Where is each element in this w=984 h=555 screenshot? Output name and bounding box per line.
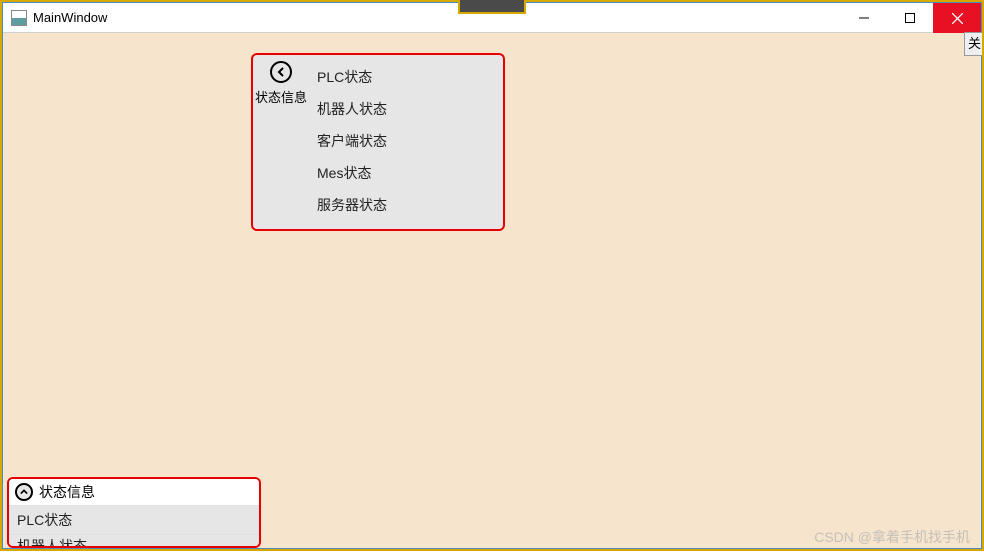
chevron-up-icon bbox=[20, 488, 28, 496]
status-panel-header: 状态信息 bbox=[255, 87, 307, 106]
status-panel-side: 状态信息 bbox=[253, 55, 309, 229]
status-item-list: PLC状态 机器人状态 bbox=[9, 505, 259, 546]
status-item[interactable]: PLC状态 bbox=[313, 61, 503, 93]
expand-button[interactable] bbox=[15, 483, 33, 501]
top-drag-handle bbox=[458, 0, 526, 14]
status-item[interactable]: 客户端状态 bbox=[313, 125, 503, 157]
status-item[interactable]: 机器人状态 bbox=[9, 534, 259, 546]
chevron-left-icon bbox=[276, 67, 286, 77]
collapse-button[interactable] bbox=[270, 61, 292, 83]
app-icon bbox=[11, 10, 27, 26]
status-item-list: PLC状态 机器人状态 客户端状态 Mes状态 服务器状态 bbox=[309, 55, 503, 229]
button-label: 关 bbox=[968, 36, 981, 51]
status-panel-expanded: 状态信息 PLC状态 机器人状态 客户端状态 Mes状态 服务器状态 bbox=[251, 53, 505, 231]
status-item[interactable]: 机器人状态 bbox=[313, 93, 503, 125]
main-window: MainWindow 状态信息 PLC状态 机器人状态 bbox=[2, 2, 982, 549]
minimize-button[interactable] bbox=[841, 3, 887, 33]
status-panel-header-row[interactable]: 状态信息 bbox=[9, 479, 259, 505]
status-panel-header-label: 状态信息 bbox=[39, 482, 95, 502]
window-title: MainWindow bbox=[33, 10, 107, 25]
status-item[interactable]: 服务器状态 bbox=[313, 189, 503, 221]
status-item[interactable]: Mes状态 bbox=[313, 157, 503, 189]
window-controls bbox=[841, 3, 981, 33]
status-item[interactable]: PLC状态 bbox=[9, 505, 259, 534]
status-panel-collapsed: 状态信息 PLC状态 机器人状态 bbox=[7, 477, 261, 548]
partially-hidden-button[interactable]: 关 bbox=[964, 32, 984, 56]
client-area: 状态信息 PLC状态 机器人状态 客户端状态 Mes状态 服务器状态 状态信息 … bbox=[3, 33, 981, 548]
close-button[interactable] bbox=[933, 3, 981, 33]
maximize-button[interactable] bbox=[887, 3, 933, 33]
